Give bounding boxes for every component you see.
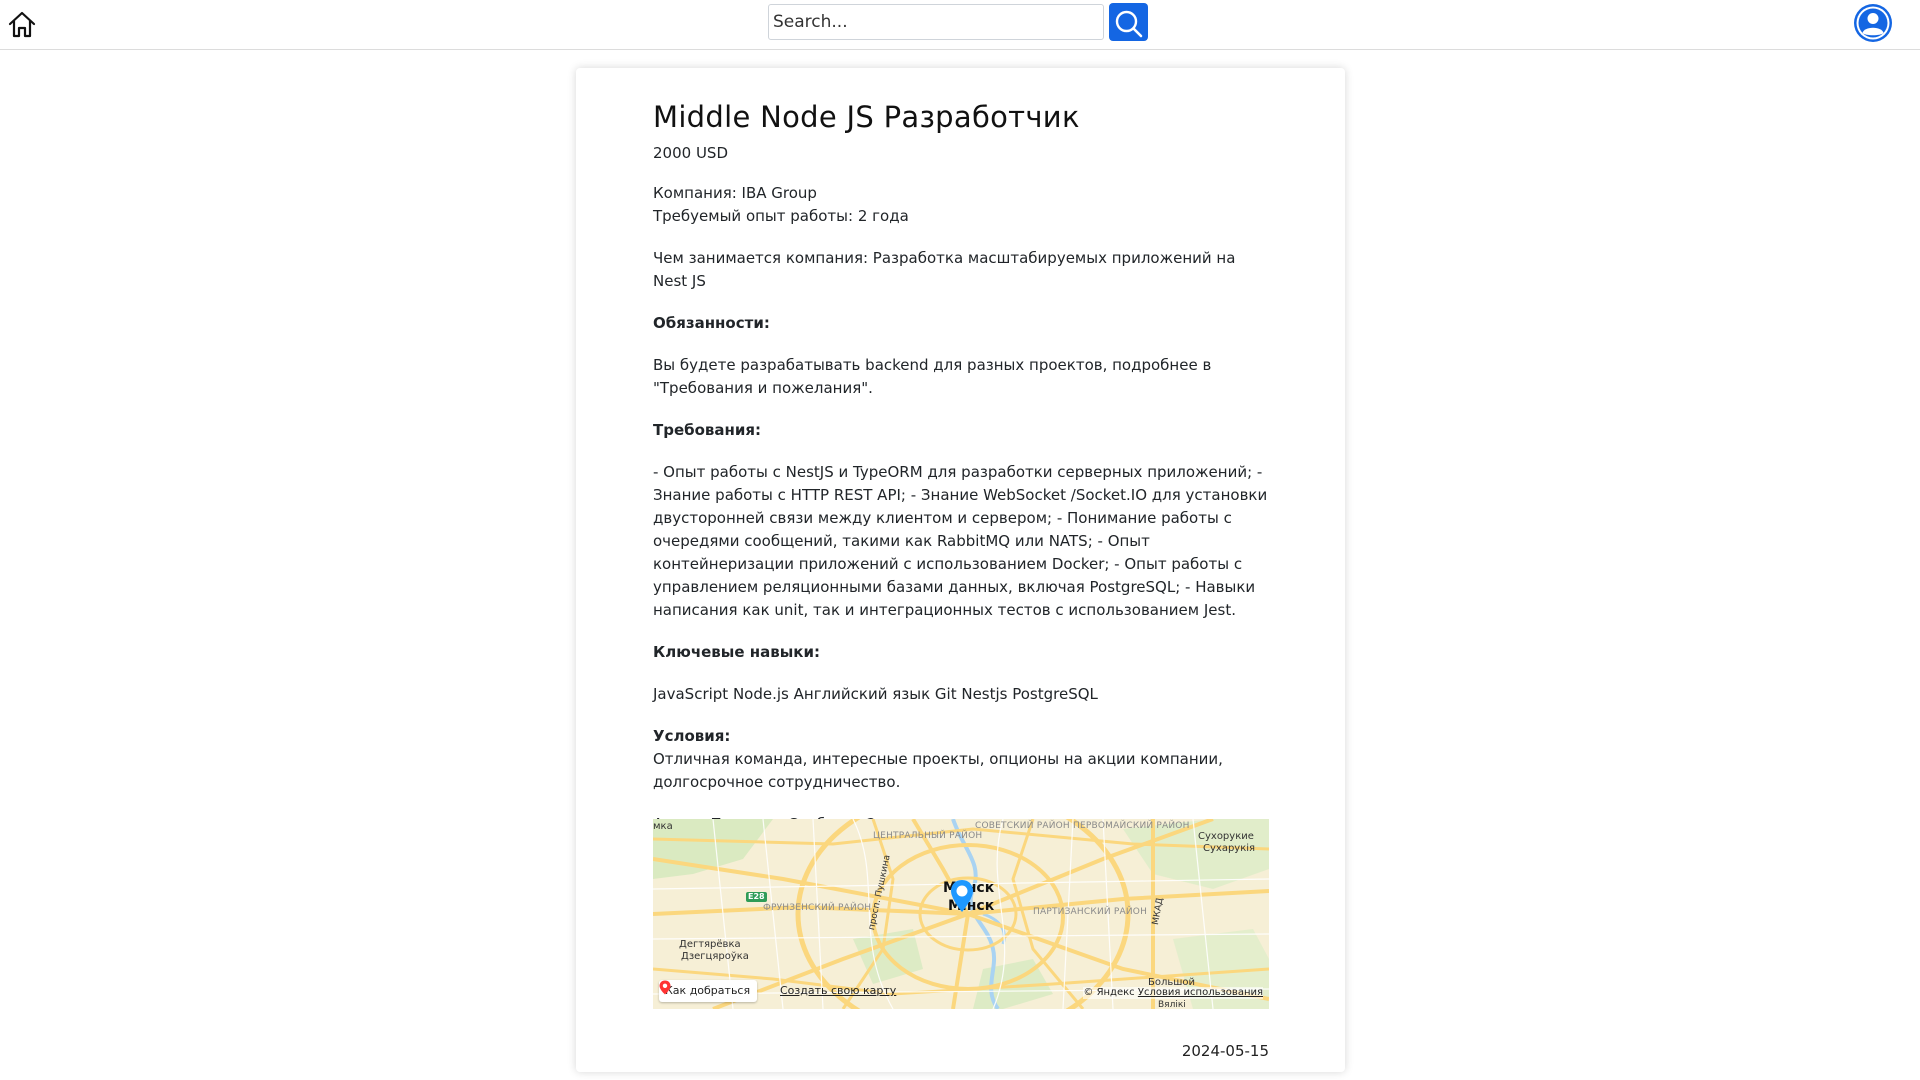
skills-heading: Ключевые навыки:: [653, 643, 820, 661]
map-district-partizansky: Партизанский район: [1033, 907, 1148, 917]
top-navbar: [0, 0, 1920, 50]
map-district-pervomaisky: Первомайский район: [1073, 821, 1190, 831]
map-place-vyaliki: Вялікі: [1158, 1000, 1186, 1009]
requirements-heading: Требования:: [653, 421, 762, 439]
map-district-frunzensky: Фрунзенский район: [763, 903, 872, 913]
home-icon[interactable]: [6, 9, 38, 41]
vacancy-content: Middle Node JS Разработчик 2000 USD Комп…: [653, 98, 1273, 836]
yandex-map[interactable]: мка Советский район Первомайский район Ц…: [653, 819, 1269, 1009]
map-copyright: © Яндекс Условия использования: [1083, 987, 1263, 999]
map-district-sovetsky: Советский район: [975, 821, 1070, 831]
conditions-text: Отличная команда, интересные проекты, оп…: [653, 750, 1223, 791]
map-place-mka: мка: [653, 821, 673, 832]
map-route-label: Как добраться: [665, 984, 751, 997]
map-place-sukharuki: Сухорукие: [1198, 831, 1254, 842]
create-map-link[interactable]: Создать свою карту: [780, 984, 896, 998]
map-road-e28: E28: [746, 892, 767, 902]
vacancy-title: Middle Node JS Разработчик: [653, 100, 1080, 134]
company-about: Чем занимается компания: Разработка масш…: [653, 249, 1236, 290]
search-input[interactable]: [768, 4, 1104, 40]
vacancy-date: 2024-05-15: [1181, 1042, 1269, 1060]
map-copyright-text: © Яндекс: [1083, 987, 1135, 998]
skills-text: JavaScript Node.js Английский язык Git N…: [653, 685, 1098, 703]
conditions-heading: Условия:: [653, 727, 731, 745]
map-route-button[interactable]: Как добраться: [659, 980, 758, 1002]
map-place-degtyarevka: Дегтярёвка: [679, 939, 741, 950]
search-button[interactable]: [1109, 3, 1148, 41]
search-icon: [1115, 10, 1142, 37]
location-pin-icon: [659, 980, 671, 995]
duties-heading: Обязанности:: [653, 314, 770, 332]
map-district-centralny: Центральный район: [873, 831, 983, 841]
requirements-text: - Опыт работы с NestJS и TypeORM для раз…: [653, 463, 1268, 619]
company-name: Компания: IBA Group: [653, 184, 817, 202]
vacancy-card: Middle Node JS Разработчик 2000 USD Комп…: [576, 68, 1345, 1072]
duties-text: Вы будете разрабатывать backend для разн…: [653, 356, 1212, 397]
map-place-sukharukia: Сухарукія: [1203, 843, 1256, 854]
user-avatar-icon[interactable]: [1853, 3, 1893, 43]
map-place-dzegtsyaroyka: Дзегцяроўка: [681, 951, 749, 962]
required-experience: Требуемый опыт работы: 2 года: [653, 207, 909, 225]
map-pin-icon[interactable]: [949, 879, 975, 913]
vacancy-salary: 2000 USD: [653, 144, 728, 162]
map-terms-link[interactable]: Условия использования: [1138, 987, 1263, 998]
